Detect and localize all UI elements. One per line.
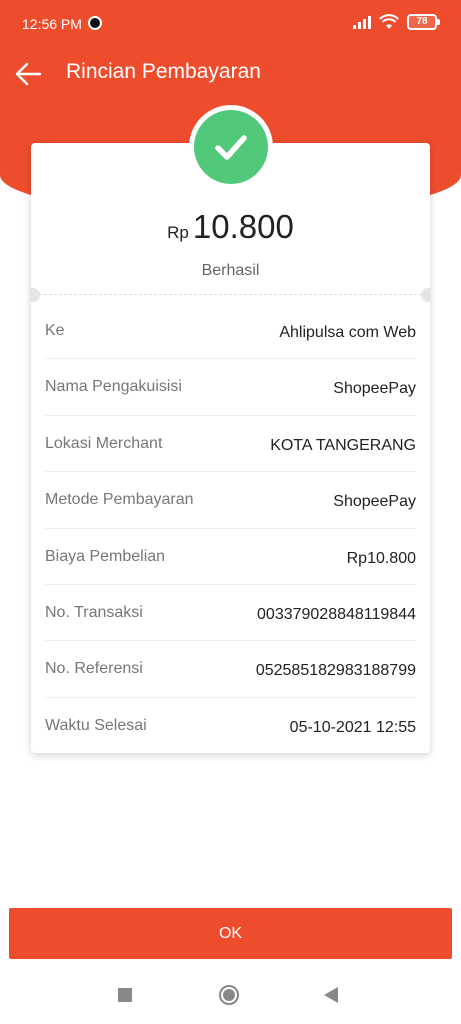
detail-row-completed-time: Waktu Selesai 05-10-2021 12:55 (45, 698, 416, 754)
payment-status: Berhasil (201, 262, 260, 279)
detail-label: Waktu Selesai (45, 716, 147, 734)
detail-label: Metode Pembayaran (45, 491, 194, 509)
detail-value: ShopeePay (333, 380, 416, 398)
home-icon[interactable] (219, 985, 239, 1005)
detail-label: Lokasi Merchant (45, 434, 163, 452)
check-icon (194, 110, 268, 184)
arrow-left-icon (15, 62, 42, 86)
recents-icon[interactable] (118, 988, 132, 1002)
status-icons: 78 (353, 14, 440, 30)
detail-label: No. Referensi (45, 660, 143, 678)
detail-label: No. Transaksi (45, 603, 143, 621)
detail-row-transaction-no: No. Transaksi 003379028848119844 (45, 585, 416, 642)
card-notch-left (30, 288, 40, 302)
success-badge (189, 105, 273, 189)
detail-value: 003379028848119844 (257, 605, 416, 623)
battery-icon: 78 (407, 14, 440, 30)
system-nav-bar (0, 970, 461, 1024)
detail-row-reference-no: No. Referensi 052585182983188799 (45, 641, 416, 698)
amount-row: Rp 10.800 (31, 208, 430, 246)
detail-value: Ahlipulsa com Web (279, 324, 416, 341)
wifi-icon (379, 14, 399, 30)
detail-value: Rp10.800 (346, 549, 416, 567)
amount-value: 10.800 (192, 208, 294, 245)
detail-row-merchant-location: Lokasi Merchant KOTA TANGERANG (45, 416, 416, 473)
detail-value: ShopeePay (333, 493, 416, 511)
card-notch-right (421, 288, 431, 302)
back-button[interactable] (10, 56, 46, 92)
detail-label: Biaya Pembelian (45, 547, 166, 565)
detail-label: Nama Pengakuisisi (45, 378, 182, 396)
signal-icon (353, 15, 371, 29)
status-bar: 12:56 PM 78 (0, 0, 461, 48)
notification-app-icon (88, 16, 102, 30)
currency-prefix: Rp (167, 223, 189, 242)
payment-detail-card: Rp 10.800 Berhasil Ke Ahlipulsa com Web N… (30, 143, 431, 754)
detail-row-ke: Ke Ahlipulsa com Web (45, 303, 416, 360)
detail-value: 052585182983188799 (255, 662, 416, 680)
status-time: 12:56 PM (22, 16, 82, 32)
detail-label: Ke (45, 322, 65, 339)
dashed-divider (39, 294, 422, 295)
app-bar: Rincian Pembayaran (0, 50, 461, 96)
detail-value: 05-10-2021 12:55 (289, 718, 416, 736)
detail-row-acquirer: Nama Pengakuisisi ShopeePay (45, 359, 416, 416)
detail-list: Ke Ahlipulsa com Web Nama Pengakuisisi S… (31, 303, 430, 754)
detail-row-payment-method: Metode Pembayaran ShopeePay (45, 472, 416, 529)
nav-back-icon[interactable] (324, 987, 338, 1003)
ok-button[interactable]: OK (9, 908, 452, 959)
page-title: Rincian Pembayaran (66, 60, 261, 83)
detail-row-purchase-cost: Biaya Pembelian Rp10.800 (45, 529, 416, 585)
detail-value: KOTA TANGERANG (270, 436, 416, 454)
